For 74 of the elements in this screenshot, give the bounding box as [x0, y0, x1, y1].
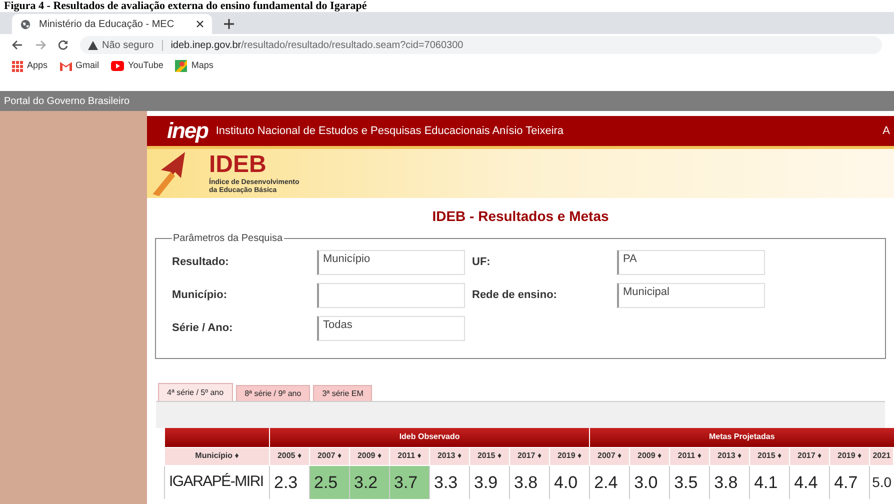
- column-header[interactable]: 2011 ♦: [670, 447, 710, 465]
- column-group-header: Ideb Observado: [270, 428, 590, 447]
- table-cell: 5.0: [870, 465, 894, 499]
- table-cell: 2.4: [590, 465, 630, 499]
- column-header[interactable]: 2007 ♦: [590, 447, 630, 465]
- column-header[interactable]: 2013 ♦: [430, 447, 470, 465]
- input-field[interactable]: Municipal: [617, 283, 765, 308]
- column-header[interactable]: 2009 ♦: [630, 447, 670, 465]
- inep-logo: inep: [167, 120, 208, 142]
- input-field[interactable]: Município: [317, 250, 465, 275]
- column-header[interactable]: 2005 ♦: [270, 447, 310, 465]
- table-cell: 2.3: [270, 465, 310, 499]
- bookmark[interactable]: Apps: [12, 59, 48, 73]
- map-pin-icon: [175, 60, 188, 72]
- field-label: Rede de ensino:: [472, 288, 558, 304]
- table-cell: 3.7: [390, 465, 430, 499]
- table-cell: 4.7: [830, 465, 870, 499]
- column-header[interactable]: 2019 ♦: [830, 447, 870, 465]
- column-header[interactable]: 2015 ♦: [470, 447, 510, 465]
- input-field[interactable]: [317, 283, 465, 308]
- column-header[interactable]: 2017 ♦: [790, 447, 830, 465]
- security-label: Não seguro: [102, 38, 154, 52]
- column-header[interactable]: 2013 ♦: [710, 447, 750, 465]
- input-field[interactable]: PA: [617, 250, 765, 275]
- table-cell: 3.0: [630, 465, 670, 499]
- column-header[interactable]: 2011 ♦: [390, 447, 430, 465]
- globe-icon: [20, 18, 31, 30]
- column-header[interactable]: 2019 ♦: [550, 447, 590, 465]
- table-cell: 3.8: [510, 465, 550, 499]
- table-cell: 3.9: [470, 465, 510, 499]
- ideb-title: IDEB: [209, 152, 268, 176]
- table-cell: 3.3: [430, 465, 470, 499]
- government-bar: Portal do Governo Brasileiro: [0, 91, 894, 111]
- address-bar[interactable]: Não seguro ideb.inep.gov.br/resultado/resultado/resultado.seam?cid=7060300: [80, 36, 882, 54]
- column-header[interactable]: 2021: [870, 447, 894, 465]
- table-cell: 4.4: [790, 465, 830, 499]
- column-header[interactable]: Município ♦: [164, 447, 270, 465]
- table-cell: 4.0: [550, 465, 590, 499]
- table-cell: 4.1: [750, 465, 790, 499]
- figure-caption: Figura 4 - Resultados de avaliação externa do ensino fundamental do Igarapé: [3, 0, 368, 12]
- back-arrow-icon[interactable]: [12, 40, 23, 50]
- column-header[interactable]: 2017 ♦: [510, 447, 550, 465]
- panel-legend: Parâmetros da Pesquisa: [172, 231, 284, 246]
- tab[interactable]: 4ª série / 5º ano: [158, 383, 233, 401]
- institute-name: Instituto Nacional de Estudos e Pesquisas Educacionais Anísio Teixeira: [216, 124, 565, 139]
- bookmark[interactable]: Maps: [175, 59, 214, 73]
- bookmark[interactable]: Gmail: [60, 59, 100, 73]
- tab[interactable]: 3ª série EM: [313, 385, 372, 401]
- page-title: IDEB - Resultados e Metas: [431, 207, 610, 226]
- input-field[interactable]: Todas: [317, 316, 465, 341]
- tab[interactable]: 8ª série / 9º ano: [236, 385, 310, 401]
- browser-tab[interactable]: Ministério da Educação - MEC: [12, 14, 212, 34]
- url-text: ideb.inep.gov.br/resultado/resultado/resultado.seam?cid=7060300: [170, 38, 464, 52]
- mail-icon: [60, 61, 72, 71]
- column-header[interactable]: 2007 ♦: [310, 447, 350, 465]
- column-group-header: Metas Projetadas: [590, 428, 894, 447]
- field-label: UF:: [472, 255, 492, 270]
- table-cell: 3.8: [710, 465, 750, 499]
- close-icon[interactable]: [196, 20, 204, 28]
- field-label: Série / Ano:: [172, 321, 234, 336]
- reload-icon[interactable]: [58, 40, 68, 50]
- column-header[interactable]: 2009 ♦: [350, 447, 390, 465]
- new-tab-icon[interactable]: [224, 19, 234, 29]
- warning-icon: [88, 40, 98, 50]
- column-header[interactable]: 2015 ♦: [750, 447, 790, 465]
- field-label: Resultado:: [172, 255, 230, 270]
- bookmark[interactable]: YouTube: [111, 59, 164, 73]
- apps-grid-icon: [12, 60, 23, 72]
- header-text: A: [882, 124, 891, 139]
- field-label: Município:: [172, 288, 228, 304]
- table-cell: 3.5: [670, 465, 710, 499]
- play-icon: [111, 61, 124, 71]
- table-cell: 3.2: [350, 465, 390, 499]
- table-cell: 2.5: [310, 465, 350, 499]
